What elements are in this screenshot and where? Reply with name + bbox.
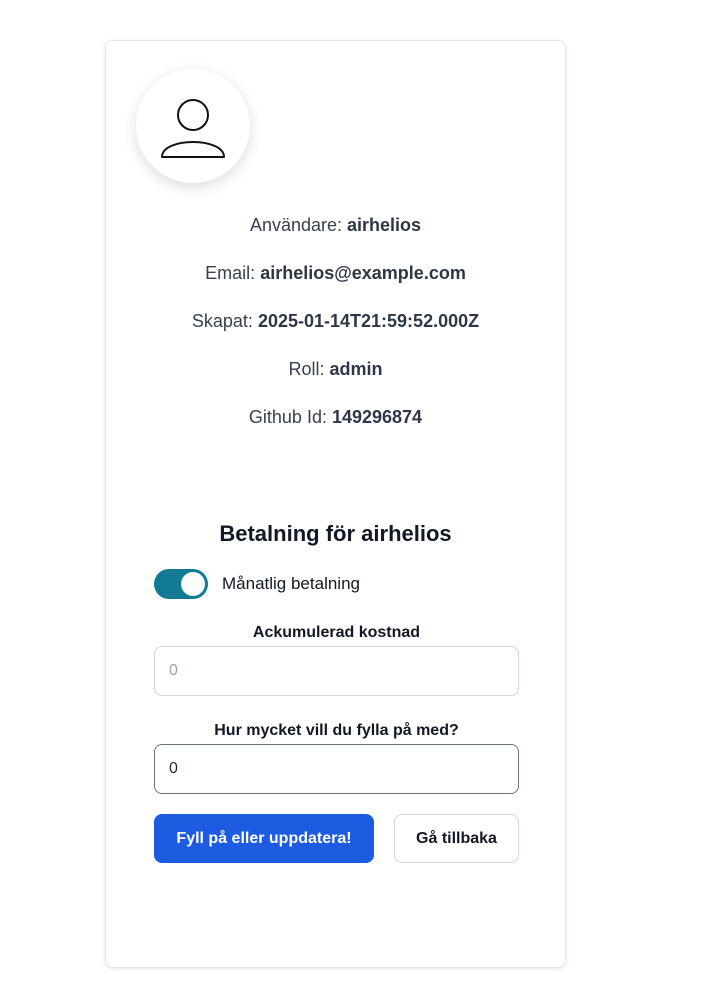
github-label: Github Id: [248, 407, 327, 427]
payment-title-user: airhelios [361, 521, 452, 546]
monthly-payment-row: Månatlig betalning [154, 569, 360, 599]
role-row: Roll: admin [106, 357, 565, 381]
created-row: Skapat: 2025-01-14T21:59:52.000Z [106, 309, 565, 333]
accumulated-cost-label: Ackumulerad kostnad [252, 624, 421, 641]
email-value: airhelios@example.com [260, 263, 466, 283]
topup-amount-input[interactable]: 0 [154, 744, 519, 794]
role-label: Roll: [288, 359, 325, 379]
user-icon [161, 99, 225, 158]
monthly-payment-label: Månatlig betalning [222, 574, 360, 593]
accumulated-cost-placeholder: 0 [169, 662, 178, 679]
toggle-knob [181, 572, 205, 596]
profile-card: Användare: airhelios Email: airhelios@ex… [105, 40, 566, 968]
created-label: Skapat: [191, 311, 253, 331]
email-row: Email: airhelios@example.com [106, 261, 565, 285]
payment-title: Betalning för airhelios [106, 521, 565, 547]
user-value: airhelios [347, 215, 422, 235]
avatar [136, 69, 250, 183]
accumulated-cost-field[interactable]: 0 [154, 646, 519, 696]
github-value: 149296874 [331, 407, 423, 427]
role-value: admin [329, 359, 383, 379]
topup-amount-value: 0 [169, 760, 178, 777]
payment-title-prefix: Betalning för [219, 521, 356, 546]
monthly-payment-toggle[interactable] [154, 569, 208, 599]
back-button[interactable]: Gå tillbaka [394, 814, 519, 863]
github-row: Github Id: 149296874 [106, 405, 565, 429]
user-row: Användare: airhelios [106, 213, 565, 237]
user-label: Användare: [249, 215, 343, 235]
email-label: Email: [205, 263, 256, 283]
created-value: 2025-01-14T21:59:52.000Z [257, 311, 480, 331]
topup-amount-label: Hur mycket vill du fylla på med? [214, 722, 459, 739]
submit-button[interactable]: Fyll på eller uppdatera! [154, 814, 374, 863]
